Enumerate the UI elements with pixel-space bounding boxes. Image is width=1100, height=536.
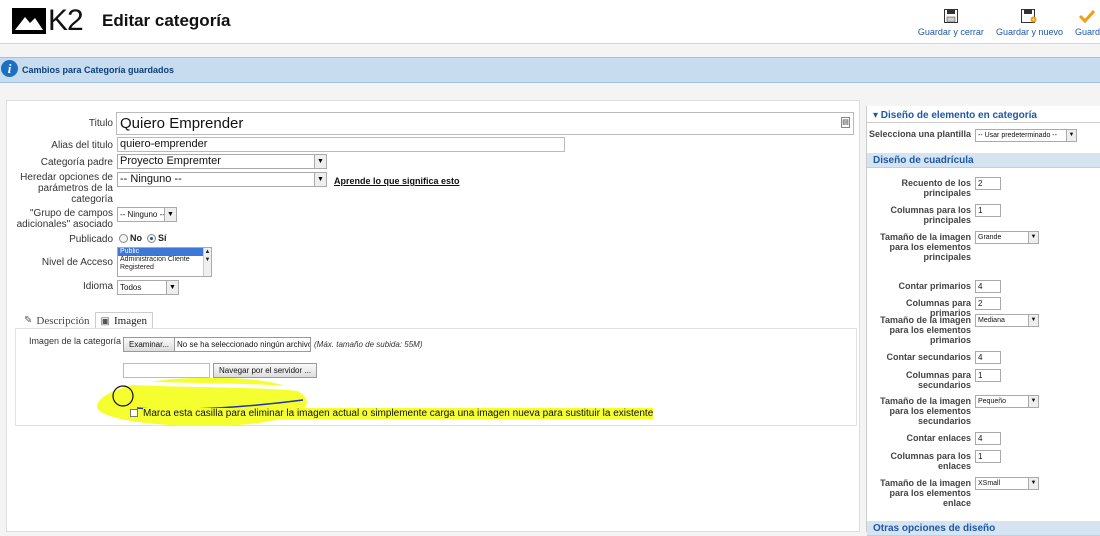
page-title: Editar categoría xyxy=(102,11,231,30)
featured-count-input[interactable]: 2 xyxy=(975,177,1001,190)
links-columns-input[interactable]: 1 xyxy=(975,450,1001,463)
language-label: Idioma xyxy=(82,281,113,292)
delete-image-checkbox-row: Marca esta casilla para eliminar la imag… xyxy=(130,408,654,419)
other-options-header[interactable]: Otras opciones de diseño xyxy=(867,521,1100,536)
primary-image-size-select[interactable]: Mediana ▼ xyxy=(975,314,1039,327)
primary-count-input[interactable]: 4 xyxy=(975,280,1001,293)
published-radios: No Sí xyxy=(119,233,167,244)
title-label: Titulo xyxy=(88,118,113,129)
tab-image[interactable]: ▣ Imagen xyxy=(94,312,153,329)
chevron-down-icon: ▼ xyxy=(314,173,326,186)
field-label: Tamaño de la imagen para los elementos p… xyxy=(880,315,971,345)
list-item[interactable]: Public xyxy=(118,248,211,256)
parent-label: Categoría padre xyxy=(40,157,113,168)
chevron-down-icon: ▼ xyxy=(164,208,176,221)
access-listbox[interactable]: Public Administracion Cliente Registered… xyxy=(117,247,212,277)
image-icon: ▣ xyxy=(100,315,110,327)
field-label: Columnas para los enlaces xyxy=(890,451,971,471)
field-label: Tamaño de la imagen para los elementos e… xyxy=(880,478,971,508)
grid-section-header[interactable]: Diseño de cuadrícula xyxy=(867,153,1100,168)
chevron-down-icon: ▼ xyxy=(314,155,326,168)
parent-select[interactable]: Proyecto Empremter ▼ xyxy=(117,154,327,169)
delete-note: Marca esta casilla para eliminar la imag… xyxy=(143,408,654,419)
save-button[interactable]: Guard xyxy=(1069,6,1100,42)
list-item[interactable]: Administracion Cliente xyxy=(118,256,211,264)
checkmark-icon xyxy=(1077,6,1097,26)
title-input[interactable]: Quiero Emprender xyxy=(116,112,854,135)
field-label: Contar primarios xyxy=(898,281,971,291)
field-label: Recuento de los principales xyxy=(901,178,971,198)
published-yes-radio[interactable] xyxy=(147,234,157,244)
chevron-down-icon: ▼ xyxy=(1028,478,1038,489)
access-label: Nivel de Acceso xyxy=(41,257,113,268)
alias-input[interactable]: quiero-emprender xyxy=(117,137,565,152)
published-no-radio[interactable] xyxy=(119,234,128,244)
language-select[interactable]: Todos ▼ xyxy=(117,280,179,295)
message-text: Cambios para Categoría guardados xyxy=(22,65,175,75)
tab-bar: ✎ Descripción ▣ Imagen xyxy=(19,312,153,329)
info-icon: i xyxy=(1,60,18,77)
featured-columns-input[interactable]: 1 xyxy=(975,204,1001,217)
secondary-image-size-select[interactable]: Pequeño ▼ xyxy=(975,395,1039,408)
list-item[interactable]: Registered xyxy=(118,264,211,272)
chevron-down-icon: ▼ xyxy=(166,281,178,294)
tab-description[interactable]: ✎ Descripción xyxy=(19,312,95,329)
template-label: Selecciona una plantilla xyxy=(868,129,971,139)
field-label: Tamaño de la imagen para los elementos s… xyxy=(880,396,971,426)
file-status: No se ha seleccionado ningún archivo. xyxy=(174,337,311,352)
extra-fields-select[interactable]: -- Ninguno -- ▼ xyxy=(117,207,177,222)
secondary-count-input[interactable]: 4 xyxy=(975,351,1001,364)
header: K2 Editar categoría Guardar y cerrar + G… xyxy=(0,0,1100,44)
field-label: Contar secundarios xyxy=(886,352,971,362)
links-count-input[interactable]: 4 xyxy=(975,432,1001,445)
k2-logo: K2 xyxy=(12,4,84,37)
toolbar: Guardar y cerrar + Guardar y nuevo Guard xyxy=(912,6,1100,42)
field-label: Columnas para secundarios xyxy=(905,370,971,390)
main-form-panel: Titulo Quiero Emprender ▤ Alias del titu… xyxy=(6,100,860,532)
chevron-down-icon: ▼ xyxy=(1028,232,1038,243)
layout-section-header[interactable]: ▾ Diseño de elemento en categoría xyxy=(867,108,1100,123)
field-label: Columnas para los principales xyxy=(890,205,971,225)
image-label: Imagen de la categoría xyxy=(28,336,121,346)
primary-columns-input[interactable]: 2 xyxy=(975,297,1001,310)
field-label: Contar enlaces xyxy=(906,433,971,443)
template-select[interactable]: -- Usar predeterminado -- ▼ xyxy=(975,129,1077,142)
secondary-columns-input[interactable]: 1 xyxy=(975,369,1001,382)
field-label: Tamaño de la imagen para los elementos p… xyxy=(880,232,971,262)
save-new-button[interactable]: + Guardar y nuevo xyxy=(990,6,1069,42)
layout-sidebar: ▾ Diseño de elemento en categoría Selecc… xyxy=(866,106,1100,536)
browse-button[interactable]: Examinar... xyxy=(123,337,176,352)
edit-icon: ✎ xyxy=(24,315,33,326)
extra-fields-label: "Grupo de campos adicionales" asociado xyxy=(16,208,113,230)
chevron-down-icon: ▼ xyxy=(1028,315,1038,326)
save-icon xyxy=(941,6,961,26)
chevron-down-icon: ▼ xyxy=(1028,396,1038,407)
featured-image-size-select[interactable]: Grande ▼ xyxy=(975,231,1039,244)
save-close-button[interactable]: Guardar y cerrar xyxy=(912,6,990,42)
listbox-scrollbar[interactable]: ▲ ▼ xyxy=(203,248,211,276)
inherit-label: Heredar opciones de parámetros de la cat… xyxy=(20,172,113,205)
save-new-icon: + xyxy=(1019,6,1039,26)
inherit-select[interactable]: -- Ninguno -- ▼ xyxy=(117,172,327,187)
delete-image-checkbox[interactable] xyxy=(130,409,138,418)
inherit-help-link[interactable]: Aprende lo que significa esto xyxy=(334,176,460,186)
system-message: i Cambios para Categoría guardados xyxy=(0,57,1100,83)
mountain-logo-icon xyxy=(12,8,46,34)
max-size-note: (Máx. tamaño de subida: 55M) xyxy=(314,340,423,349)
alias-label: Alias del titulo xyxy=(51,140,113,151)
chevron-down-icon: ▼ xyxy=(1066,130,1076,141)
published-label: Publicado xyxy=(69,234,113,245)
logo-text: K2 xyxy=(48,4,84,37)
links-image-size-select[interactable]: XSmall ▼ xyxy=(975,477,1039,490)
svg-text:+: + xyxy=(1032,18,1035,24)
editor-toggle-icon[interactable]: ▤ xyxy=(841,117,850,128)
